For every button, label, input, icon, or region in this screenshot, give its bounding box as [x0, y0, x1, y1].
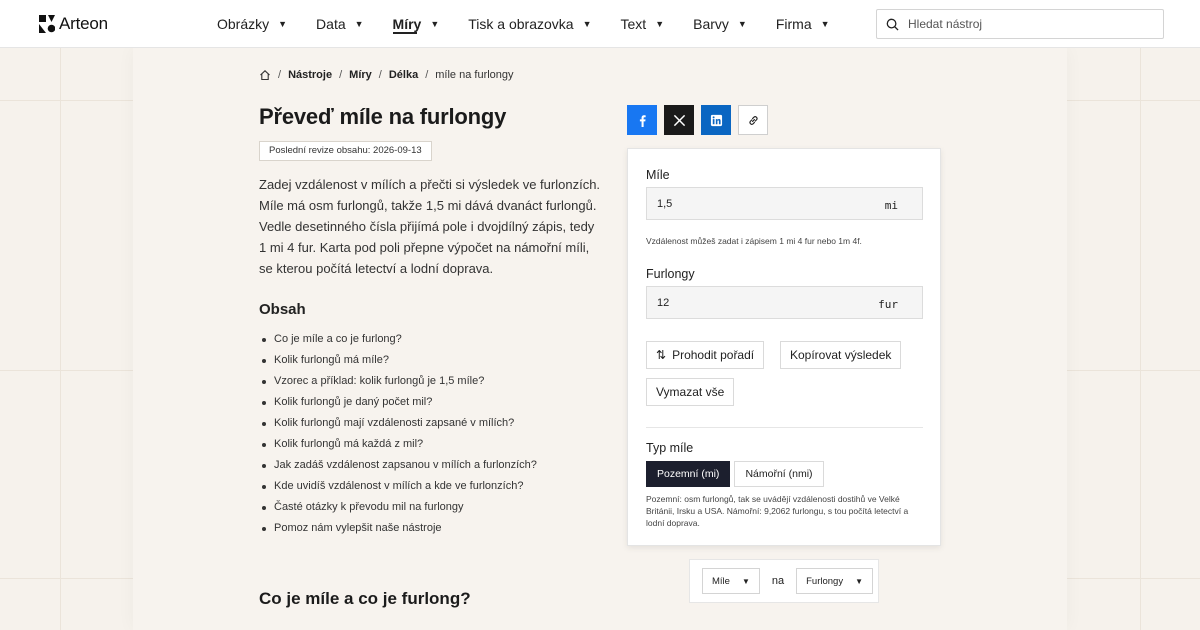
swap-button-label: Prohodit pořadí	[672, 348, 755, 362]
from-unit-label: mi	[884, 199, 898, 212]
copy-result-button[interactable]: Kopírovat výsledek	[780, 341, 902, 369]
page-title: Převeď míle na furlongy	[259, 104, 507, 129]
breadcrumb-link-miry[interactable]: Míry	[349, 69, 372, 81]
nav-label: Obrázky	[217, 16, 270, 32]
share-buttons	[627, 105, 768, 135]
caret-down-icon: ▼	[582, 19, 592, 29]
mile-type-nautical-button[interactable]: Námořní (nmi)	[734, 461, 824, 487]
toc-item[interactable]: Kolik furlongů má každá z mil?	[262, 434, 537, 455]
link-icon	[748, 115, 758, 125]
search-box	[876, 9, 1164, 39]
toc-item[interactable]: Kolik furlongů mají vzdálenosti zapsané …	[262, 413, 537, 434]
intro-paragraph: Zadej vzdálenost v mílích a přečti si vý…	[259, 177, 601, 276]
caret-down-icon: ▼	[820, 19, 830, 29]
nav-item-obrazky[interactable]: Obrázky ▼	[217, 0, 287, 48]
toc-item[interactable]: Kolik furlongů má míle?	[262, 350, 537, 371]
nav-item-text[interactable]: Text ▼	[621, 0, 665, 48]
to-unit-label: fur	[878, 298, 898, 311]
breadcrumb-separator: /	[339, 69, 343, 81]
converter-card: Míle mi Vzdálenost můžeš zadat i zápisem…	[627, 148, 941, 546]
from-unit-select[interactable]: Míle ▼	[702, 568, 760, 594]
to-unit-select[interactable]: Furlongy ▼	[796, 568, 874, 594]
nav-label: Firma	[775, 16, 812, 32]
breadcrumb-separator: /	[278, 69, 282, 81]
nav-label: Data	[316, 16, 346, 32]
nav-item-miry[interactable]: Míry ▼	[392, 0, 440, 48]
toc-item[interactable]: Kde uvidíš vzdálenost v mílích a kde ve …	[262, 476, 537, 497]
site-logo[interactable]: Arteon	[39, 14, 108, 34]
breadcrumb-current: míle na furlongy	[435, 69, 514, 81]
nav-item-barvy[interactable]: Barvy ▼	[693, 0, 747, 48]
caret-down-icon: ▼	[741, 576, 750, 586]
nav-label: Barvy	[693, 16, 729, 32]
facebook-share-button[interactable]	[627, 105, 657, 135]
search-input[interactable]	[908, 17, 1148, 31]
logo-text: Arteon	[59, 14, 108, 33]
logo-icon	[39, 15, 55, 33]
toc-item[interactable]: Co je míle a co je furlong?	[262, 329, 537, 350]
x-share-button[interactable]	[664, 105, 694, 135]
mile-type-note: Pozemní: osm furlongů, tak se uvádějí vz…	[646, 494, 909, 528]
to-field-label: Furlongy	[646, 267, 695, 281]
toc-heading: Obsah	[259, 301, 306, 318]
breadcrumb-link-delka[interactable]: Délka	[389, 69, 418, 81]
nav-label: Tisk a obrazovka	[468, 16, 574, 32]
input-hint: Vzdálenost můžeš zadat i zápisem 1 mi 4 …	[646, 236, 862, 246]
caret-down-icon: ▼	[278, 19, 288, 29]
mile-type-toggle: Pozemní (mi) Námořní (nmi)	[646, 461, 828, 487]
revision-badge: Poslední revize obsahu: 2026-09-13	[259, 141, 432, 161]
x-icon	[673, 114, 685, 126]
from-unit-select-value: Míle	[712, 575, 730, 587]
section-heading: Co je míle a co je furlong?	[259, 589, 471, 608]
breadcrumb-separator: /	[425, 69, 429, 81]
unit-connector: na	[771, 575, 785, 587]
table-of-contents: Co je míle a co je furlong? Kolik furlon…	[262, 329, 537, 539]
linkedin-icon	[710, 114, 722, 126]
furlongs-input[interactable]	[647, 296, 867, 309]
toc-item[interactable]: Vzorec a příklad: kolik furlongů je 1,5 …	[262, 371, 537, 392]
search-icon	[886, 18, 899, 31]
linkedin-share-button[interactable]	[701, 105, 731, 135]
clear-all-button[interactable]: Vymazat vše	[646, 378, 735, 406]
to-unit-select-value: Furlongy	[806, 575, 844, 587]
facebook-icon	[639, 114, 646, 127]
breadcrumb-link-nastroje[interactable]: Nástroje	[288, 69, 332, 81]
toc-item[interactable]: Jak zadáš vzdálenost zapsanou v mílích a…	[262, 455, 537, 476]
divider	[646, 427, 923, 428]
nav-item-tisk[interactable]: Tisk a obrazovka ▼	[468, 0, 591, 48]
swap-button[interactable]: ⇅ Prohodit pořadí	[646, 341, 765, 369]
copy-result-label: Kopírovat výsledek	[790, 348, 892, 362]
copy-link-button[interactable]	[738, 105, 768, 135]
nav-item-data[interactable]: Data ▼	[316, 0, 364, 48]
caret-down-icon: ▼	[855, 576, 864, 586]
mile-type-land-button[interactable]: Pozemní (mi)	[646, 461, 731, 487]
caret-down-icon: ▼	[430, 19, 440, 29]
unit-selector-bar: Míle ▼ na Furlongy ▼	[689, 559, 879, 603]
caret-down-icon: ▼	[737, 19, 747, 29]
nav-label: Míry	[392, 16, 422, 32]
toc-item[interactable]: Pomoz nám vylepšit naše nástroje	[262, 518, 537, 539]
mile-type-label: Typ míle	[646, 441, 694, 455]
caret-down-icon: ▼	[354, 19, 364, 29]
caret-down-icon: ▼	[655, 19, 665, 29]
clear-all-label: Vymazat vše	[656, 385, 725, 399]
toc-item[interactable]: Časté otázky k převodu mil na furlongy	[262, 497, 537, 518]
nav-item-firma[interactable]: Firma ▼	[776, 0, 830, 48]
from-field: mi	[646, 187, 923, 220]
breadcrumb-separator: /	[378, 69, 382, 81]
main-menu: Obrázky ▼ Data ▼ Míry ▼ Tisk a obrazovka…	[217, 0, 859, 48]
toc-item[interactable]: Kolik furlongů je daný počet mil?	[262, 392, 537, 413]
breadcrumb: / Nástroje / Míry / Délka / míle na furl…	[259, 69, 514, 81]
swap-arrows-icon: ⇅	[656, 348, 667, 362]
from-field-label: Míle	[646, 168, 670, 182]
nav-label: Text	[620, 16, 647, 32]
to-field: fur	[646, 286, 923, 319]
home-icon[interactable]	[259, 69, 271, 81]
top-navigation-bar: Arteon Obrázky ▼ Data ▼ Míry ▼ Tisk a ob…	[0, 0, 1200, 48]
miles-input[interactable]	[647, 197, 867, 210]
